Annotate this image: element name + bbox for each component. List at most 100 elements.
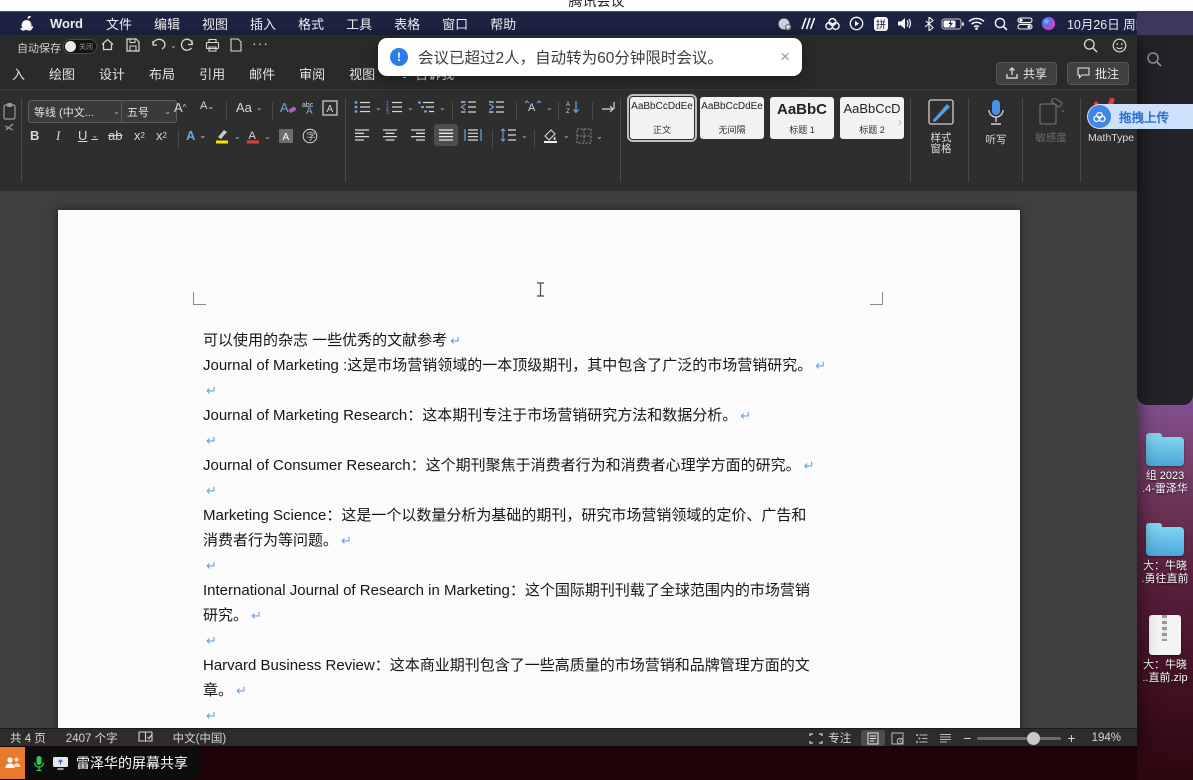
highlight-color-button[interactable]: ⌄ (214, 128, 241, 144)
meeting-members-icon[interactable] (0, 747, 25, 779)
superscript-button[interactable]: x2 (156, 128, 167, 143)
ribbon-tab-引用[interactable]: 引用 (187, 64, 237, 83)
focus-mode-button[interactable]: 专注 (799, 730, 861, 746)
align-center-button[interactable] (382, 128, 398, 142)
ribbon-tab-审阅[interactable]: 审阅 (287, 64, 337, 83)
volume-icon[interactable] (893, 16, 917, 32)
sensitivity-button[interactable]: 敏感度 (1028, 98, 1074, 144)
line-spacing-button[interactable]: ⌄ (500, 128, 528, 142)
stripes-status-icon[interactable] (797, 16, 821, 32)
enclose-characters-button[interactable]: 字 (302, 128, 318, 144)
comments-button[interactable]: 批注 (1067, 62, 1129, 85)
panel-search-icon[interactable] (1146, 51, 1162, 72)
menubar-menu-窗口[interactable]: 窗口 (431, 14, 479, 33)
ribbon-tab-邮件[interactable]: 邮件 (237, 64, 287, 83)
zoom-in-button[interactable]: + (1061, 730, 1081, 746)
menubar-menu-文件[interactable]: 文件 (95, 14, 143, 33)
input-method-icon[interactable]: 拼 (869, 16, 893, 32)
bold-button[interactable]: B (30, 128, 39, 143)
wifi-icon[interactable] (965, 16, 989, 32)
save-button[interactable] (126, 38, 140, 52)
justify-button[interactable] (434, 124, 458, 146)
shading-button[interactable]: ⌄ (542, 128, 570, 143)
document-page[interactable]: 可以使用的杂志 一些优秀的文献参考↵Journal of Marketing :… (58, 210, 1020, 763)
distribute-button[interactable] (464, 128, 482, 142)
home-button[interactable] (100, 37, 115, 52)
spotlight-search-icon[interactable] (989, 16, 1013, 32)
style-card-正文[interactable]: AaBbCcDdEe正文 (630, 97, 694, 139)
autosave-toggle[interactable]: 关闭 (63, 39, 97, 54)
outline-view-button[interactable] (909, 730, 933, 746)
phonetic-guide-button[interactable]: abcA (302, 100, 318, 115)
menubar-menu-帮助[interactable]: 帮助 (479, 14, 527, 33)
underline-button[interactable]: U⌄ (78, 128, 98, 143)
style-pane-button[interactable]: 样式窗格 (920, 98, 962, 155)
borders-button[interactable]: ⌄ (576, 128, 603, 144)
align-left-button[interactable] (354, 128, 370, 142)
new-document-button[interactable] (230, 38, 242, 52)
subscript-button[interactable]: x2 (134, 128, 145, 143)
character-border-button[interactable]: A (322, 100, 338, 116)
ribbon-tab-设计[interactable]: 设计 (87, 64, 137, 83)
sort-button[interactable]: AZ (566, 100, 582, 114)
zoom-out-button[interactable]: − (957, 730, 977, 746)
battery-icon[interactable] (941, 16, 965, 32)
bluetooth-icon[interactable] (917, 16, 941, 32)
desktop-icon-folder-1[interactable]: 大：牛晓.勇往直前 (1137, 527, 1193, 586)
menubar-menu-视图[interactable]: 视图 (191, 14, 239, 33)
font-color-button[interactable]: A⌄ (246, 128, 271, 144)
clear-formatting-button[interactable]: A (280, 100, 297, 115)
tri-circle-app-icon[interactable] (821, 16, 845, 32)
numbering-button[interactable]: 123⌄ (386, 100, 414, 114)
more-commands-button[interactable]: ··· (252, 35, 269, 51)
show-marks-button[interactable] (600, 100, 618, 114)
styles-more-arrow[interactable]: › (898, 114, 902, 129)
desktop-icon-folder-0[interactable]: 组 2023.4-雷泽华 (1137, 437, 1193, 496)
ribbon-tab-布局[interactable]: 布局 (137, 64, 187, 83)
web-layout-view-button[interactable] (885, 730, 909, 746)
change-case-button[interactable]: Aa⌄ (236, 100, 263, 115)
menubar-app-name[interactable]: Word (38, 16, 95, 31)
shrink-font-button[interactable]: A⌄ (200, 100, 214, 112)
meeting-app-icon[interactable] (773, 16, 797, 32)
menubar-menu-插入[interactable]: 插入 (239, 14, 287, 33)
proofing-icon[interactable] (128, 731, 163, 746)
print-button[interactable] (205, 38, 220, 52)
font-name-select[interactable]: 等线 (中文...⌄ (28, 100, 126, 123)
undo-button[interactable]: ⌄ (150, 38, 177, 52)
align-right-button[interactable] (410, 128, 426, 142)
apple-menu-icon[interactable] (14, 16, 38, 32)
grow-font-button[interactable]: A^ (174, 100, 186, 115)
play-status-icon[interactable] (845, 16, 869, 32)
style-card-标题 1[interactable]: AaBbC标题 1 (770, 97, 834, 139)
word-count[interactable]: 2407 个字 (56, 730, 128, 746)
character-spacing-button[interactable]: A⌄ (524, 100, 553, 114)
screen-share-badge[interactable]: 雷泽华的屏幕共享 (0, 747, 200, 779)
multilevel-list-button[interactable]: ⌄ (418, 100, 446, 114)
increase-indent-button[interactable] (488, 100, 505, 114)
clipboard-icon[interactable] (2, 102, 16, 132)
font-size-select[interactable]: 五号⌄ (121, 100, 177, 123)
menubar-menu-格式[interactable]: 格式 (287, 14, 335, 33)
strikethrough-button[interactable]: ab (108, 128, 122, 143)
control-center-icon[interactable] (1013, 16, 1037, 32)
dictate-button[interactable]: 听写 (976, 98, 1016, 146)
zoom-slider-knob[interactable] (1027, 732, 1040, 745)
notification-close-button[interactable]: × (780, 47, 790, 67)
bullets-button[interactable]: ⌄ (354, 100, 382, 114)
draft-view-button[interactable] (933, 730, 957, 746)
text-effects-button[interactable]: A⌄ (186, 128, 206, 143)
character-shading-button[interactable]: A (278, 128, 294, 144)
language-indicator[interactable]: 中文(中国) (163, 730, 237, 746)
siri-icon[interactable] (1037, 16, 1061, 32)
document-text[interactable]: 可以使用的杂志 一些优秀的文献参考↵Journal of Marketing :… (203, 328, 903, 753)
menubar-menu-工具[interactable]: 工具 (335, 14, 383, 33)
drag-upload-pill[interactable]: 拖拽上传 (1087, 104, 1193, 129)
style-card-无间隔[interactable]: AaBbCcDdEe无间隔 (700, 97, 764, 139)
style-card-标题 2[interactable]: AaBbCcD标题 2 (840, 97, 904, 139)
decrease-indent-button[interactable] (460, 100, 477, 114)
ribbon-tab-入[interactable]: 入 (0, 64, 37, 83)
ribbon-tab-绘图[interactable]: 绘图 (37, 64, 87, 83)
zoom-percentage[interactable]: 194% (1082, 732, 1137, 744)
share-button[interactable]: 共享 (996, 62, 1057, 85)
